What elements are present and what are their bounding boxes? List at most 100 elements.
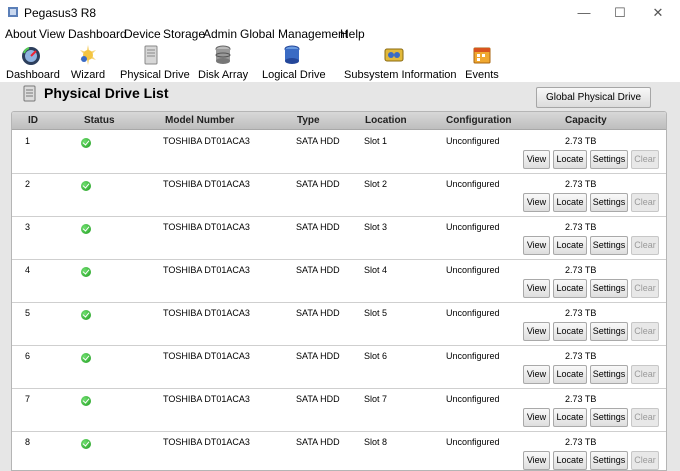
cell-capacity: 2.73 TB bbox=[565, 179, 597, 189]
settings-button[interactable]: Settings bbox=[590, 451, 628, 470]
cell-id: 8 bbox=[25, 437, 31, 447]
clear-button[interactable]: Clear bbox=[631, 279, 659, 298]
menu-admin[interactable]: Admin bbox=[203, 27, 237, 41]
cell-capacity: 2.73 TB bbox=[565, 351, 597, 361]
cell-id: 2 bbox=[25, 179, 31, 189]
cell-model-number: TOSHIBA DT01ACA3 bbox=[163, 437, 250, 447]
view-button[interactable]: View bbox=[523, 322, 550, 341]
cell-configuration: Unconfigured bbox=[446, 179, 500, 189]
locate-button[interactable]: Locate bbox=[553, 322, 587, 341]
physical-drive-icon bbox=[144, 45, 158, 65]
cell-model-number: TOSHIBA DT01ACA3 bbox=[163, 136, 250, 146]
menu-bar: About View Dashboard Device Storage Admi… bbox=[0, 25, 680, 44]
locate-button[interactable]: Locate bbox=[553, 279, 587, 298]
cell-location: Slot 7 bbox=[364, 394, 388, 404]
window-title: Pegasus3 R8 bbox=[24, 6, 97, 20]
cell-configuration: Unconfigured bbox=[446, 437, 500, 447]
toolbar-logical-drive-label: Logical Drive bbox=[262, 69, 326, 81]
clear-button[interactable]: Clear bbox=[631, 365, 659, 384]
toolbar-disk-array-label: Disk Array bbox=[198, 69, 249, 81]
view-button[interactable]: View bbox=[523, 279, 550, 298]
toolbar-events[interactable]: Events bbox=[464, 44, 500, 81]
table-row[interactable]: 8 TOSHIBA DT01ACA3 SATA HDD Slot 8 Unconfigu… bbox=[12, 432, 666, 470]
locate-button[interactable]: Locate bbox=[553, 150, 587, 169]
column-header-type[interactable]: Type bbox=[297, 115, 320, 126]
view-button[interactable]: View bbox=[523, 451, 550, 470]
view-button[interactable]: View bbox=[523, 365, 550, 384]
settings-button[interactable]: Settings bbox=[590, 408, 628, 427]
cell-configuration: Unconfigured bbox=[446, 394, 500, 404]
column-header-model-number[interactable]: Model Number bbox=[165, 115, 234, 126]
table-row[interactable]: 1 TOSHIBA DT01ACA3 SATA HDD Slot 1 Unconfigu… bbox=[12, 131, 666, 174]
maximize-button[interactable]: ☐ bbox=[602, 0, 638, 26]
global-physical-drive-settings-button[interactable]: Global Physical Drive Settings bbox=[536, 87, 651, 122]
cell-configuration: Unconfigured bbox=[446, 136, 500, 146]
table-row[interactable]: 5 TOSHIBA DT01ACA3 SATA HDD Slot 5 Unconfigu… bbox=[12, 303, 666, 346]
column-header-location[interactable]: Location bbox=[365, 115, 407, 126]
menu-device[interactable]: Device bbox=[124, 27, 161, 41]
physical-drive-icon bbox=[23, 85, 36, 102]
clear-button[interactable]: Clear bbox=[631, 408, 659, 427]
toolbar-logical-drive[interactable]: Logical Drive bbox=[262, 44, 326, 81]
column-header-id[interactable]: ID bbox=[28, 115, 38, 126]
table-row[interactable]: 7 TOSHIBA DT01ACA3 SATA HDD Slot 7 Unconfigu… bbox=[12, 389, 666, 432]
cell-location: Slot 2 bbox=[364, 179, 388, 189]
settings-button[interactable]: Settings bbox=[590, 193, 628, 212]
table-row[interactable]: 6 TOSHIBA DT01ACA3 SATA HDD Slot 6 Unconfigu… bbox=[12, 346, 666, 389]
settings-button[interactable]: Settings bbox=[590, 236, 628, 255]
settings-button[interactable]: Settings bbox=[590, 322, 628, 341]
disk-array-icon bbox=[215, 45, 231, 64]
table-row[interactable]: 3 TOSHIBA DT01ACA3 SATA HDD Slot 3 Unconfigu… bbox=[12, 217, 666, 260]
cell-capacity: 2.73 TB bbox=[565, 222, 597, 232]
toolbar-disk-array[interactable]: Disk Array bbox=[198, 44, 248, 81]
view-button[interactable]: View bbox=[523, 236, 550, 255]
toolbar-wizard[interactable]: Wizard bbox=[68, 44, 108, 81]
status-ok-icon bbox=[81, 224, 91, 234]
settings-button[interactable]: Settings bbox=[590, 279, 628, 298]
clear-button[interactable]: Clear bbox=[631, 150, 659, 169]
clear-button[interactable]: Clear bbox=[631, 236, 659, 255]
close-button[interactable]: ✕ bbox=[640, 0, 676, 26]
clear-button[interactable]: Clear bbox=[631, 193, 659, 212]
status-ok-icon bbox=[81, 267, 91, 277]
cell-model-number: TOSHIBA DT01ACA3 bbox=[163, 394, 250, 404]
locate-button[interactable]: Locate bbox=[553, 408, 587, 427]
locate-button[interactable]: Locate bbox=[553, 365, 587, 384]
view-button[interactable]: View bbox=[523, 408, 550, 427]
status-ok-icon bbox=[81, 353, 91, 363]
menu-about[interactable]: About bbox=[5, 27, 36, 41]
view-button[interactable]: View bbox=[523, 150, 550, 169]
table-row[interactable]: 2 TOSHIBA DT01ACA3 SATA HDD Slot 2 Unconfigu… bbox=[12, 174, 666, 217]
cell-type: SATA HDD bbox=[296, 437, 340, 447]
toolbar-physical-drive[interactable]: Physical Drive bbox=[120, 44, 190, 81]
locate-button[interactable]: Locate bbox=[553, 236, 587, 255]
column-header-status[interactable]: Status bbox=[84, 115, 115, 126]
cell-id: 5 bbox=[25, 308, 31, 318]
cell-location: Slot 5 bbox=[364, 308, 388, 318]
menu-view[interactable]: View bbox=[39, 27, 65, 41]
clear-button[interactable]: Clear bbox=[631, 451, 659, 470]
cell-type: SATA HDD bbox=[296, 179, 340, 189]
content-panel: Physical Drive List Global Physical Driv… bbox=[0, 82, 680, 471]
menu-storage[interactable]: Storage bbox=[163, 27, 205, 41]
menu-dashboard[interactable]: Dashboard bbox=[68, 27, 127, 41]
physical-drive-table: ID Status Model Number Type Location Con… bbox=[11, 111, 667, 471]
table-row[interactable]: 4 TOSHIBA DT01ACA3 SATA HDD Slot 4 Unconfigu… bbox=[12, 260, 666, 303]
column-header-capacity[interactable]: Capacity bbox=[565, 115, 607, 126]
cell-id: 1 bbox=[25, 136, 31, 146]
title-bar: Pegasus3 R8 — ☐ ✕ bbox=[0, 0, 680, 26]
column-header-configuration[interactable]: Configuration bbox=[446, 115, 512, 126]
toolbar-dashboard[interactable]: Dashboard bbox=[6, 44, 60, 81]
settings-button[interactable]: Settings bbox=[590, 150, 628, 169]
status-ok-icon bbox=[81, 396, 91, 406]
minimize-button[interactable]: — bbox=[566, 0, 602, 26]
view-button[interactable]: View bbox=[523, 193, 550, 212]
toolbar-subsystem-information[interactable]: Subsystem Information bbox=[344, 44, 457, 81]
locate-button[interactable]: Locate bbox=[553, 193, 587, 212]
locate-button[interactable]: Locate bbox=[553, 451, 587, 470]
cell-configuration: Unconfigured bbox=[446, 222, 500, 232]
menu-help[interactable]: Help bbox=[340, 27, 365, 41]
clear-button[interactable]: Clear bbox=[631, 322, 659, 341]
menu-global-management[interactable]: Global Management bbox=[240, 27, 348, 41]
settings-button[interactable]: Settings bbox=[590, 365, 628, 384]
